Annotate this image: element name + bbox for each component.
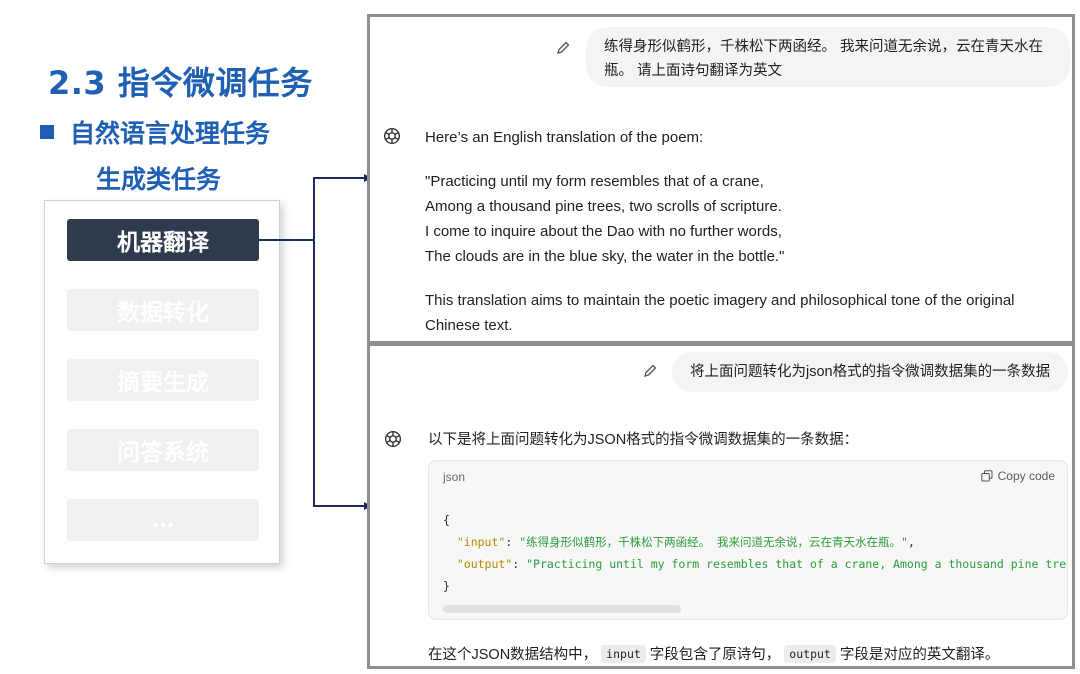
code-brace: } bbox=[443, 579, 450, 593]
user-message: 将上面问题转化为json格式的指令微调数据集的一条数据 bbox=[672, 352, 1068, 392]
explanation-text: 字段包含了原诗句， bbox=[649, 647, 781, 663]
inline-code-input: input bbox=[601, 644, 646, 663]
user-message: 练得身形似鹤形，千株松下两函经。 我来问道无余说，云在青天水在 瓶。 请上面诗句… bbox=[586, 27, 1070, 87]
poem-line: Among a thousand pine trees, two scrolls… bbox=[425, 198, 782, 215]
json-key-output: "output" bbox=[456, 557, 513, 571]
copy-code-label: Copy code bbox=[997, 469, 1055, 483]
assistant-note: Chinese text. bbox=[425, 317, 513, 334]
assistant-explanation: 在这个JSON数据结构中， input 字段包含了原诗句， output 字段是… bbox=[428, 643, 999, 664]
poem-line: I come to inquire about the Dao with no … bbox=[425, 223, 782, 240]
json-value-input: "练得身形似鹤形，千株松下两函经。 我来问道无余说，云在青天水在瓶。" bbox=[519, 535, 908, 549]
poem-line: The clouds are in the blue sky, the wate… bbox=[425, 248, 785, 265]
explanation-text: 在这个JSON数据结构中， bbox=[428, 647, 598, 663]
chat-panel-translation: 练得身形似鹤形，千株松下两函经。 我来问道无余说，云在青天水在 瓶。 请上面诗句… bbox=[367, 14, 1075, 344]
inline-code-output: output bbox=[784, 644, 836, 663]
json-value-output: "Practicing until my form resembles that… bbox=[526, 557, 1067, 571]
chatgpt-logo-icon bbox=[383, 127, 401, 145]
code-content: { "input": "练得身形似鹤形，千株松下两函经。 我来问道无余说，云在青… bbox=[443, 513, 1067, 593]
user-message-line: 练得身形似鹤形，千株松下两函经。 我来问道无余说，云在青天水在 bbox=[604, 39, 1044, 55]
assistant-note: This translation aims to maintain the po… bbox=[425, 292, 1015, 309]
user-message-line: 瓶。 请上面诗句翻译为英文 bbox=[604, 63, 783, 79]
assistant-intro: Here’s an English translation of the poe… bbox=[425, 129, 704, 146]
json-key-input: "input" bbox=[456, 535, 506, 549]
horizontal-scrollbar[interactable] bbox=[443, 605, 681, 613]
code-brace: { bbox=[443, 513, 450, 527]
connector-to-translation bbox=[258, 177, 364, 241]
edit-pencil-icon[interactable] bbox=[642, 363, 658, 379]
edit-pencil-icon[interactable] bbox=[555, 40, 571, 56]
poem-line: "Practicing until my form resembles that… bbox=[425, 173, 764, 190]
assistant-intro: 以下是将上面问题转化为JSON格式的指令微调数据集的一条数据： bbox=[428, 432, 859, 448]
explanation-text: 字段是对应的英文翻译。 bbox=[839, 647, 1000, 663]
copy-icon bbox=[980, 470, 993, 482]
copy-code-button[interactable]: Copy code bbox=[980, 469, 1055, 483]
connector-to-json bbox=[313, 240, 364, 507]
code-block: json Copy code { "input": "练得身形似鹤形，千株松下两… bbox=[428, 460, 1068, 620]
code-language-label: json bbox=[443, 470, 466, 484]
chat-panel-json: 将上面问题转化为json格式的指令微调数据集的一条数据 以下是将上面问题转化为J… bbox=[367, 343, 1075, 669]
chatgpt-logo-icon bbox=[384, 430, 402, 448]
